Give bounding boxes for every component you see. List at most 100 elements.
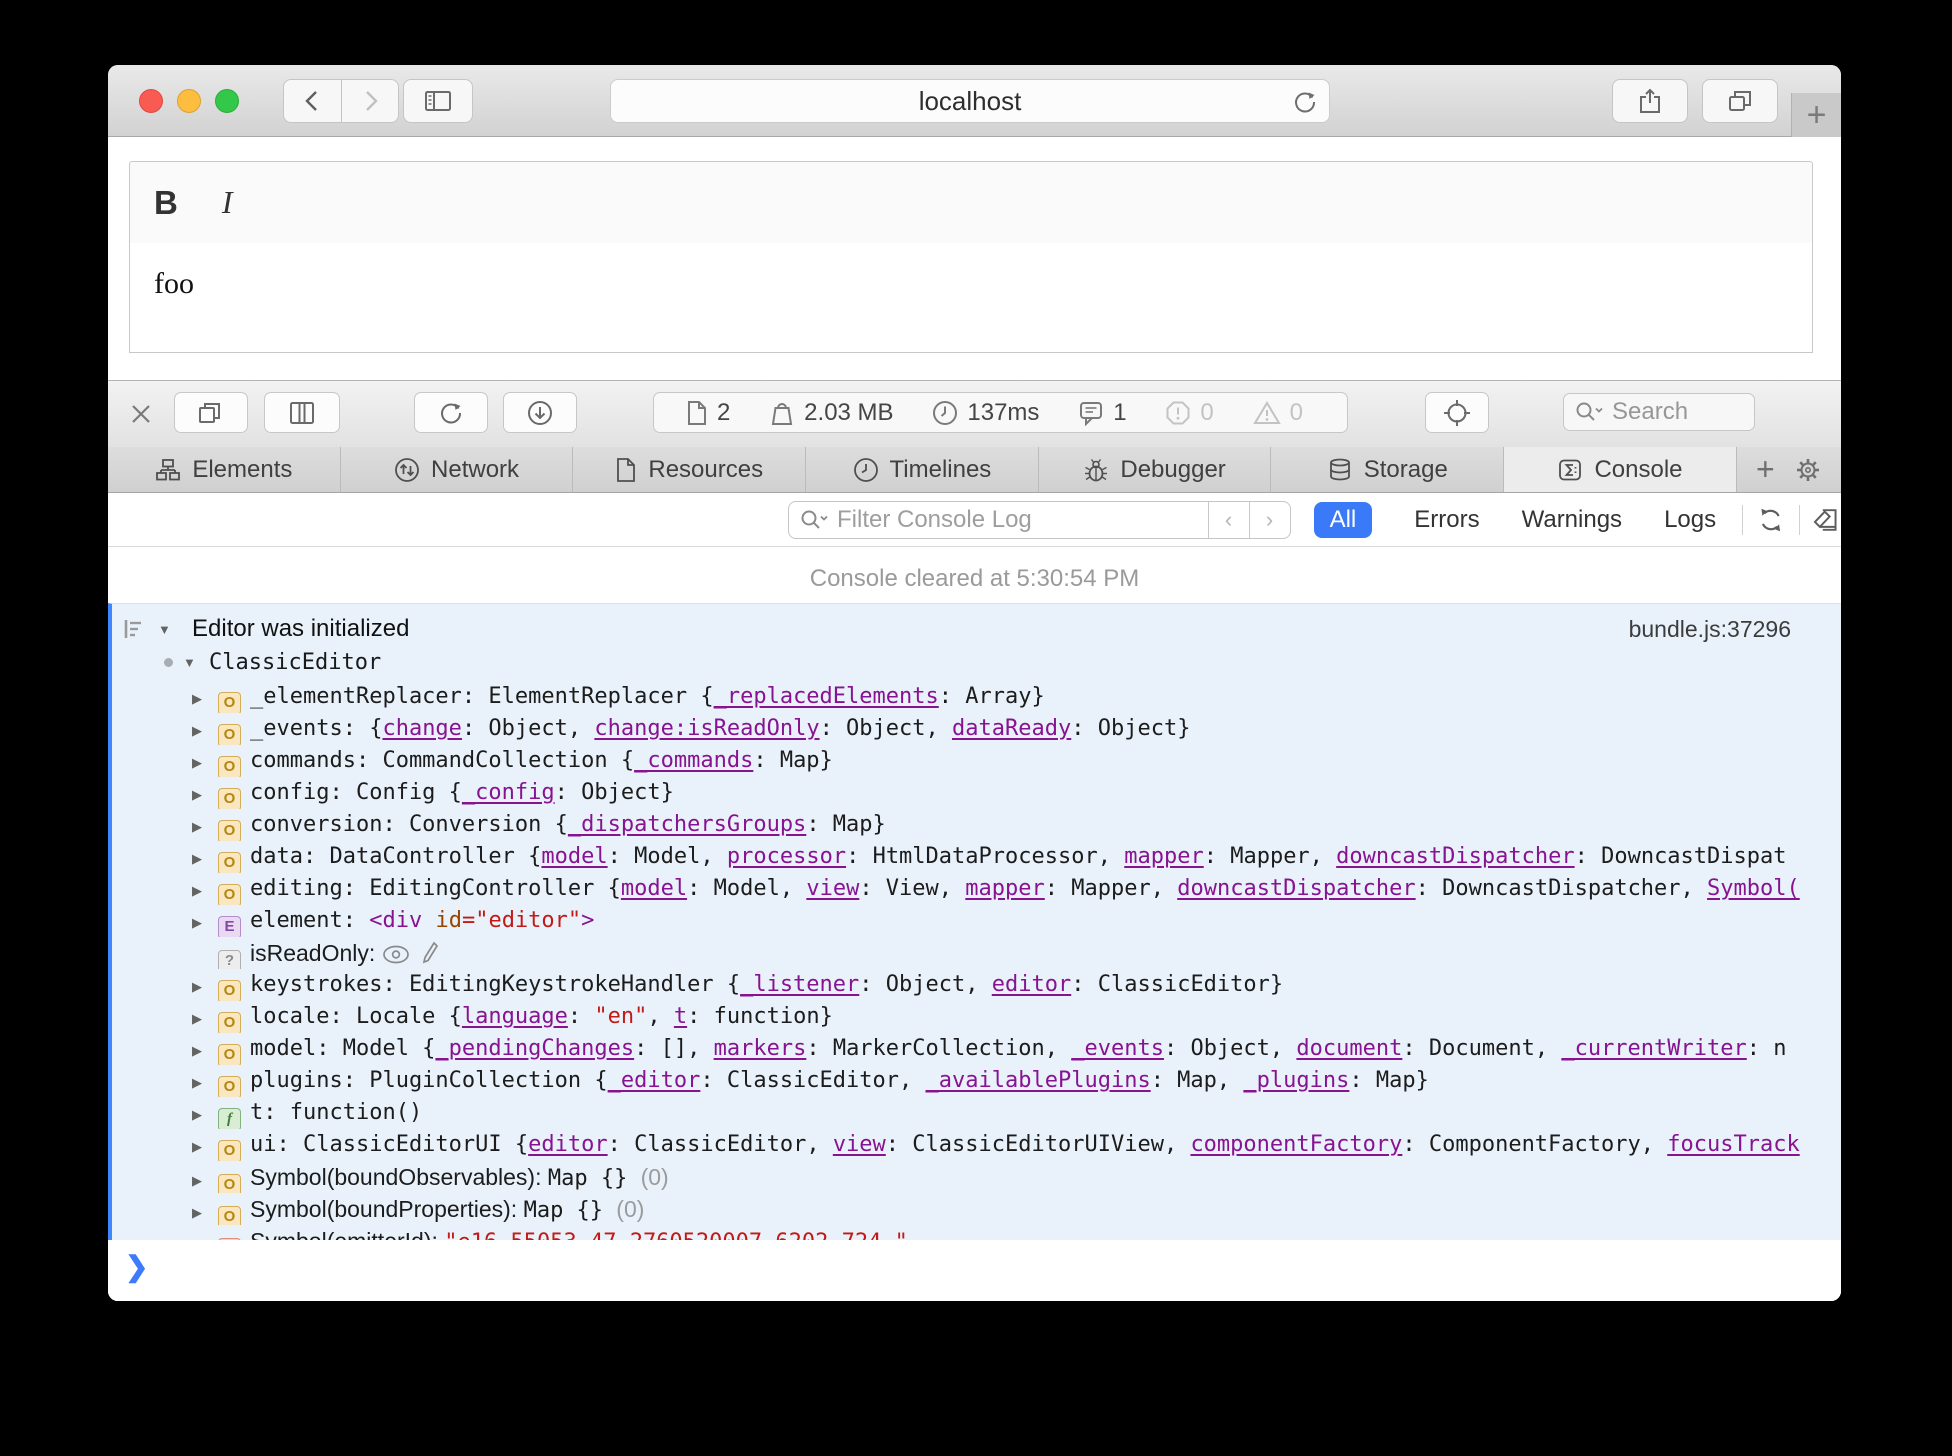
console-property-row[interactable]: ▶ O Symbol(boundObservables): Map {} (0) (112, 1161, 1841, 1193)
inspector-search-field[interactable]: Search (1563, 393, 1755, 431)
download-webarchive-button[interactable] (503, 392, 577, 433)
errors-count: 0 (1200, 398, 1214, 426)
console-property-row[interactable]: ▶ O _events: {change: Object, change:isRea… (112, 713, 1841, 745)
disclosure-triangle-icon[interactable]: ▼ (158, 622, 184, 637)
console-property-row[interactable]: ▶ Ocommands: CommandCollection {_commands… (112, 745, 1841, 777)
tab-resources[interactable]: Resources (573, 447, 807, 492)
disclosure-triangle-icon[interactable]: ▶ (192, 683, 218, 713)
disclosure-triangle-icon[interactable]: ▶ (192, 747, 218, 777)
type-badge-icon: O (218, 1044, 241, 1065)
disclosure-triangle-icon[interactable]: ▶ (192, 1197, 218, 1225)
scope-warnings-button[interactable]: Warnings (1522, 506, 1622, 534)
sidebar-toggle-button[interactable] (403, 79, 473, 123)
console-property-row[interactable]: ▶ Oconversion: Conversion {_dispatchersGr… (112, 809, 1841, 841)
type-badge-icon: O (218, 980, 241, 1001)
disclosure-triangle-icon[interactable]: ▶ (192, 875, 218, 905)
disclosure-triangle-icon[interactable]: ▶ (192, 715, 218, 745)
find-next-button[interactable]: › (1248, 501, 1290, 538)
disclosure-triangle-icon[interactable]: ▶ (192, 1035, 218, 1065)
disclosure-triangle-icon[interactable]: ▶ (192, 811, 218, 841)
detach-inspector-button[interactable] (174, 392, 248, 433)
console-property-row[interactable]: ▶ Odata: DataController {model: Model, pr… (112, 841, 1841, 873)
eye-icon (382, 945, 409, 964)
type-badge-icon: O (218, 1140, 241, 1161)
disclosure-triangle-icon[interactable]: ▶ (192, 1165, 218, 1193)
tab-console[interactable]: Console (1504, 447, 1737, 492)
console-property-row[interactable]: ▶ Okeystrokes: EditingKeystrokeHandler {_… (112, 969, 1841, 1001)
address-bar[interactable]: localhost (610, 79, 1330, 123)
filter-console-input[interactable]: Filter Console Log ‹ › (788, 500, 1291, 539)
getter-setter-icons[interactable] (382, 940, 445, 966)
zoom-window-button[interactable] (215, 89, 239, 113)
reload-button[interactable] (1291, 88, 1319, 116)
element-picker-button[interactable] (1425, 392, 1489, 433)
console-log-area[interactable]: Console cleared at 5:30:54 PM ▼ Editor w… (108, 547, 1841, 1301)
reload-page-button[interactable] (414, 392, 488, 433)
messages-count: 1 (1113, 398, 1127, 426)
object-root-row[interactable]: ▼ ClassicEditor (112, 646, 1841, 679)
pencil-icon (422, 941, 439, 964)
console-property-row[interactable]: ▶ Eelement: <div id="editor"> (112, 905, 1841, 937)
find-previous-button[interactable]: ‹ (1207, 501, 1249, 538)
editor-content[interactable]: foo (129, 243, 1813, 353)
tab-elements[interactable]: Elements (108, 447, 341, 492)
stat-errors[interactable]: 0 (1165, 398, 1214, 427)
italic-button[interactable]: I (222, 184, 233, 221)
forward-button[interactable] (341, 80, 398, 122)
console-property-row[interactable]: ▶ Oplugins: PluginCollection {_editor: Cl… (112, 1065, 1841, 1097)
disclosure-triangle-icon[interactable]: ▶ (192, 843, 218, 873)
scope-errors-button[interactable]: Errors (1414, 506, 1479, 534)
object-class-name: ClassicEditor (209, 650, 382, 675)
stat-console-messages[interactable]: 1 (1078, 398, 1127, 427)
console-property-row[interactable]: ▶ Olocale: Locale {language: "en", t: fun… (112, 1001, 1841, 1033)
console-property-row[interactable]: OSymbol(emitterId): "e16-55053-47-276052… (112, 1225, 1841, 1240)
stat-size[interactable]: 2.03 MB (769, 399, 894, 427)
resources-icon (617, 457, 636, 482)
web-page: B I foo (108, 137, 1841, 380)
inspector-toolbar: 2 2.03 MB 137ms 1 0 0 Search (108, 380, 1841, 447)
log-entry-header[interactable]: ▼ Editor was initialized bundle.js:37296 (112, 612, 1841, 646)
disclosure-triangle-icon[interactable]: ▶ (192, 1131, 218, 1161)
disclosure-triangle-icon[interactable]: ▶ (192, 907, 218, 937)
console-property-row[interactable]: ▶ O _elementReplacer: ElementReplacer {_re… (112, 681, 1841, 713)
console-property-row[interactable]: ? isReadOnly: (112, 937, 1841, 969)
console-log-entry[interactable]: ▼ Editor was initialized bundle.js:37296… (108, 603, 1841, 1240)
close-inspector-button[interactable] (126, 399, 156, 429)
clear-console-icon[interactable] (1812, 506, 1841, 534)
split-view-button[interactable] (264, 392, 340, 433)
tab-timelines[interactable]: Timelines (806, 447, 1039, 492)
new-tab-button[interactable]: + (1791, 93, 1841, 137)
disclosure-triangle-icon[interactable]: ▶ (192, 1099, 218, 1129)
share-button[interactable] (1612, 79, 1688, 123)
console-property-row[interactable]: ▶ O Symbol(boundProperties): Map {} (0) (112, 1193, 1841, 1225)
disclosure-triangle-icon[interactable]: ▶ (192, 1003, 218, 1033)
tab-debugger[interactable]: Debugger (1039, 447, 1272, 492)
console-command-line[interactable]: ❯ (108, 1240, 1841, 1301)
console-property-row[interactable]: ▶ Oediting: EditingController {model: Mod… (112, 873, 1841, 905)
gear-icon[interactable] (1794, 456, 1822, 484)
preserve-log-icon[interactable] (1757, 506, 1784, 534)
console-property-row[interactable]: ▶ Oconfig: Config {_config: Object} (112, 777, 1841, 809)
disclosure-triangle-icon[interactable]: ▶ (192, 1067, 218, 1097)
chevron-right-icon (366, 91, 378, 111)
stat-pages[interactable]: 2 (686, 399, 730, 427)
tab-overview-button[interactable] (1702, 79, 1778, 123)
source-link[interactable]: bundle.js:37296 (1629, 616, 1791, 643)
console-property-row[interactable]: ▶ Oui: ClassicEditorUI {editor: ClassicEd… (112, 1129, 1841, 1161)
close-window-button[interactable] (139, 89, 163, 113)
disclosure-triangle-icon[interactable]: ▶ (192, 779, 218, 809)
scope-logs-button[interactable]: Logs (1664, 506, 1716, 534)
disclosure-triangle-icon[interactable]: ▼ (183, 655, 209, 670)
tab-storage[interactable]: Storage (1271, 447, 1505, 492)
add-tab-button[interactable]: + (1756, 451, 1775, 488)
stat-warnings[interactable]: 0 (1252, 399, 1303, 427)
tab-network[interactable]: Network (341, 447, 574, 492)
scope-all-button[interactable]: All (1313, 501, 1373, 538)
back-button[interactable] (284, 80, 341, 122)
console-property-row[interactable]: ▶ Omodel: Model {_pendingChanges: [], mar… (112, 1033, 1841, 1065)
minimize-window-button[interactable] (177, 89, 201, 113)
bold-button[interactable]: B (154, 184, 178, 222)
disclosure-triangle-icon[interactable]: ▶ (192, 971, 218, 1001)
console-property-row[interactable]: ▶ f t: function() (112, 1097, 1841, 1129)
stat-time[interactable]: 137ms (932, 399, 1039, 427)
